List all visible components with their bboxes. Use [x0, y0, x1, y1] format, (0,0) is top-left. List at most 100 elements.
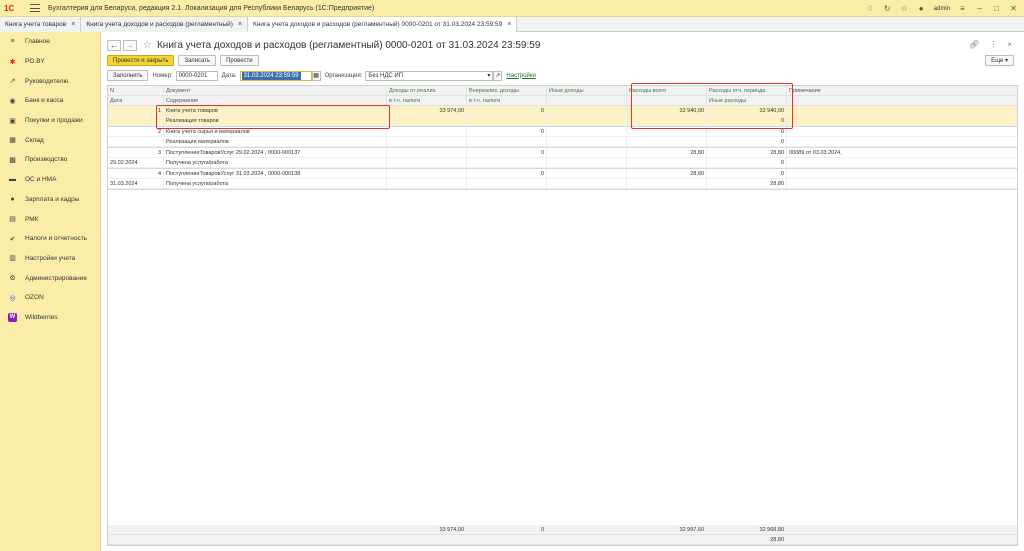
favorites-star-icon[interactable]: ☆ — [900, 4, 909, 13]
restore-icon[interactable]: □ — [992, 4, 1001, 13]
minimize-icon[interactable]: – — [975, 4, 984, 13]
post-button[interactable]: Провести — [220, 55, 259, 66]
nonoperating-income-cell[interactable]: 0 — [467, 148, 547, 157]
nonoperating-income-cell[interactable]: 0 — [467, 106, 547, 115]
main-menu-icon[interactable] — [30, 4, 40, 12]
sidebar-item-rmk[interactable]: ▤ РМК — [0, 209, 100, 229]
nonoperating-tax-cell[interactable] — [467, 116, 547, 125]
settings-menu-icon[interactable]: ≡ — [958, 4, 967, 13]
close-icon[interactable]: ✕ — [1009, 4, 1018, 13]
income-cell[interactable]: 33 974,00 — [387, 106, 467, 115]
forward-button[interactable]: → — [123, 39, 137, 51]
nonoperating-tax-cell[interactable] — [467, 179, 547, 188]
table-row[interactable]: 2 Книга учета сырья и материалов 0 0 Реа… — [108, 127, 1017, 148]
tab-current-document[interactable]: Книга учета доходов и расходов (регламен… — [248, 17, 518, 32]
income-tax-cell[interactable] — [387, 137, 467, 146]
note-cell[interactable] — [787, 106, 1017, 115]
tab-close-icon[interactable]: × — [71, 21, 75, 28]
income-tax-cell[interactable] — [387, 158, 467, 167]
date-cell[interactable] — [108, 137, 164, 146]
expenses-total-cell[interactable] — [627, 179, 707, 188]
expenses-total-cell[interactable] — [627, 137, 707, 146]
more-actions-button[interactable]: Еще ▾ — [985, 55, 1014, 66]
sidebar-item-poby[interactable]: ✱ PO.BY — [0, 52, 100, 72]
expenses-total-cell[interactable] — [627, 158, 707, 167]
sidebar-item-assets[interactable]: ▬ ОС и НМА — [0, 170, 100, 190]
column-header[interactable]: Внереализ. доходы — [467, 86, 547, 95]
content-cell[interactable]: Получена услуга/работа — [164, 158, 387, 167]
column-header[interactable]: Содержание — [164, 96, 387, 105]
content-cell[interactable]: Реализация материалов — [164, 137, 387, 146]
note-cell[interactable] — [787, 137, 1017, 146]
sidebar-item-purchases-sales[interactable]: ▣ Покупки и продажи — [0, 111, 100, 131]
column-header[interactable]: Примечание — [787, 86, 1017, 95]
note-cell[interactable] — [787, 127, 1017, 136]
sidebar-item-warehouse[interactable]: ▦ Склад — [0, 130, 100, 150]
user-icon[interactable]: ● — [917, 4, 926, 13]
income-cell[interactable] — [387, 127, 467, 136]
sidebar-item-ozon[interactable]: ◎ OZON — [0, 288, 100, 308]
other-income-cell[interactable] — [547, 137, 627, 146]
fill-button[interactable]: Заполнить — [107, 70, 149, 81]
sidebar-item-bank[interactable]: ◉ Банк и касса — [0, 91, 100, 111]
other-income-cell[interactable] — [547, 127, 627, 136]
other-income-cell[interactable] — [547, 106, 627, 115]
sidebar-item-production[interactable]: ▩ Производство — [0, 150, 100, 170]
document-cell[interactable]: ПоступлениеТоваровУслуг 29.02.2024 , 000… — [164, 148, 387, 157]
sidebar-item-main[interactable]: ≡ Главное — [0, 32, 100, 52]
tab-income-expense-book[interactable]: Книга учета доходов и расходов (регламен… — [81, 17, 249, 32]
sidebar-item-administration[interactable]: ⚙ Администрирование — [0, 268, 100, 288]
more-vertical-icon[interactable]: ⋮ — [989, 40, 997, 49]
column-header[interactable]: Документ — [164, 86, 387, 95]
note-cell[interactable]: 00089 от 03.03.2024, — [787, 148, 1017, 157]
other-income-cell[interactable] — [547, 148, 627, 157]
sidebar-item-accounting-settings[interactable]: ▥ Настройки учета — [0, 249, 100, 269]
user-name[interactable]: admin — [934, 6, 950, 12]
column-header[interactable]: Дата — [108, 96, 164, 105]
back-button[interactable]: ← — [107, 39, 121, 51]
settings-link[interactable]: Настройки — [506, 73, 535, 79]
date-field[interactable]: 31.03.2024 23:59:59 — [239, 70, 312, 81]
expenses-total-cell[interactable]: 28,80 — [627, 148, 707, 157]
tab-goods-book[interactable]: Книга учета товаров × — [0, 17, 82, 32]
nonoperating-income-cell[interactable]: 0 — [467, 169, 547, 178]
nonoperating-tax-cell[interactable] — [467, 137, 547, 146]
content-cell[interactable]: Получена услуга/работа — [164, 179, 387, 188]
sidebar-item-taxes[interactable]: ✔ Налоги и отчетность — [0, 229, 100, 249]
date-cell[interactable]: 31.03.2024 — [108, 179, 164, 188]
column-header[interactable]: Иные доходы — [547, 86, 627, 95]
table-row[interactable]: 3 ПоступлениеТоваровУслуг 29.02.2024 , 0… — [108, 148, 1017, 169]
calendar-icon[interactable]: ▦ — [311, 70, 321, 81]
bell-icon[interactable]: ♢ — [866, 4, 875, 13]
income-cell[interactable] — [387, 169, 467, 178]
tab-close-icon[interactable]: × — [238, 21, 242, 28]
other-income-cell[interactable] — [547, 179, 627, 188]
post-and-close-button[interactable]: Провести и закрыть — [107, 55, 175, 66]
income-tax-cell[interactable] — [387, 179, 467, 188]
table-row[interactable]: 4 ПоступлениеТоваровУслуг 31.03.2024 , 0… — [108, 169, 1017, 190]
save-button[interactable]: Записать — [178, 55, 217, 66]
sidebar-item-salary[interactable]: ● Зарплата и кадры — [0, 190, 100, 210]
document-cell[interactable]: ПоступлениеТоваровУслуг 31.03.2024 , 000… — [164, 169, 387, 178]
period-expenses-cell[interactable]: 28,80 — [707, 148, 787, 157]
open-link-icon[interactable]: ↗ — [493, 70, 503, 81]
other-expenses-cell[interactable]: 0 — [707, 137, 787, 146]
nonoperating-tax-cell[interactable] — [467, 158, 547, 167]
column-header[interactable]: Доходы от реализ. — [387, 86, 467, 95]
other-expenses-cell[interactable]: 28,80 — [707, 179, 787, 188]
note-cell[interactable] — [787, 158, 1017, 167]
other-income-cell[interactable] — [547, 116, 627, 125]
income-cell[interactable] — [387, 148, 467, 157]
nonoperating-income-cell[interactable]: 0 — [467, 127, 547, 136]
income-tax-cell[interactable] — [387, 116, 467, 125]
number-field[interactable]: 0000-0201 — [175, 70, 218, 81]
column-header[interactable]: в т.ч. налоги — [467, 96, 547, 105]
other-expenses-cell[interactable]: 0 — [707, 158, 787, 167]
note-cell[interactable] — [787, 179, 1017, 188]
other-income-cell[interactable] — [547, 158, 627, 167]
organization-field[interactable]: Без НДС ИП ▾ — [365, 70, 494, 81]
tab-close-icon[interactable]: × — [507, 21, 511, 28]
note-cell[interactable] — [787, 116, 1017, 125]
sidebar-item-wildberries[interactable]: W Wildberries — [0, 308, 100, 328]
sidebar-item-manager[interactable]: ↗ Руководителю — [0, 71, 100, 91]
